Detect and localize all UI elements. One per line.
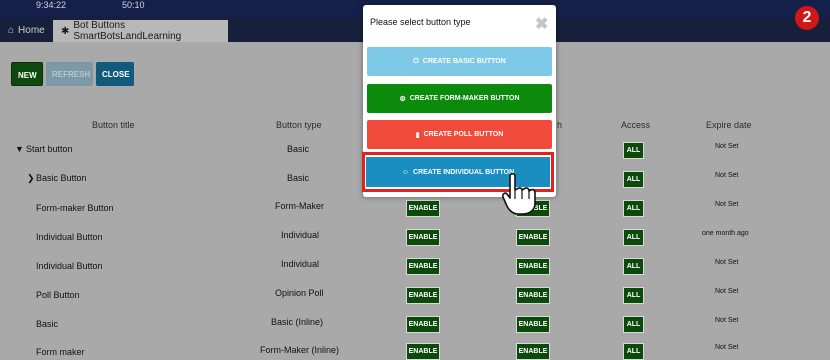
expire-date: Not Set xyxy=(715,201,739,208)
expire-date: Not Set xyxy=(715,259,739,266)
access-badge[interactable]: ALL xyxy=(623,229,644,246)
enable-badge[interactable]: ENABLE xyxy=(516,229,550,246)
create-basic-button[interactable]: ⏻ CREATE BASIC BUTTON xyxy=(367,47,552,76)
row-title: Basic xyxy=(36,319,59,329)
chevron-down-icon[interactable]: ▼ xyxy=(15,144,24,154)
enable-badge[interactable]: ENABLE xyxy=(406,316,440,333)
enable-badge[interactable]: ENABLE xyxy=(406,343,440,360)
access-badge[interactable]: ALL xyxy=(623,343,644,360)
refresh-button[interactable]: REFRESH xyxy=(46,62,93,86)
modal-title: Please select button type xyxy=(370,17,471,27)
access-badge[interactable]: ALL xyxy=(623,316,644,333)
bar-chart-icon: ▮ xyxy=(415,131,420,139)
enable-badge[interactable]: ENABLE xyxy=(406,229,440,246)
step-badge: 2 xyxy=(795,6,819,30)
row-title: Form maker xyxy=(36,347,85,357)
power-icon: ⏻ xyxy=(413,57,419,65)
create-form-label: CREATE FORM-MAKER BUTTON xyxy=(409,95,520,102)
enable-badge[interactable]: ENABLE xyxy=(516,343,550,360)
access-badge[interactable]: ALL xyxy=(623,287,644,304)
table-row[interactable]: Individual Button Individual ENABLE ENAB… xyxy=(0,221,830,250)
expire-date: Not Set xyxy=(715,317,739,324)
row-title: Individual Button xyxy=(36,261,103,271)
create-basic-label: CREATE BASIC BUTTON xyxy=(422,58,506,65)
access-badge[interactable]: ALL xyxy=(623,258,644,275)
expire-date: one month ago xyxy=(702,230,749,237)
header-button-type: Button type xyxy=(276,120,322,130)
row-title: Basic Button xyxy=(36,173,87,183)
row-title: Individual Button xyxy=(36,232,103,242)
access-badge[interactable]: ALL xyxy=(623,171,644,188)
create-form-maker-button[interactable]: ⚙ CREATE FORM-MAKER BUTTON xyxy=(367,84,552,113)
row-type: Individual xyxy=(281,230,320,240)
table-row[interactable]: Poll Button Opinion Poll ENABLE ENABLE A… xyxy=(0,279,830,308)
row-type: Basic (Inline) xyxy=(271,317,324,327)
row-type: Form-Maker xyxy=(275,201,324,211)
clock-left: 9:34:22 xyxy=(36,0,67,10)
header-expire-date: Expire date xyxy=(706,120,752,130)
expire-date: Not Set xyxy=(715,172,739,179)
row-title: Form-maker Button xyxy=(36,203,114,213)
chevron-right-icon[interactable]: ❯ xyxy=(27,173,35,184)
tab-bot-buttons[interactable]: ✱ Bot Buttons SmartBotsLandLearning xyxy=(53,20,228,42)
row-type: Opinion Poll xyxy=(275,288,324,298)
header-status-partial: h xyxy=(557,120,563,130)
enable-badge[interactable]: ENABLE xyxy=(406,258,440,275)
table-row[interactable]: Basic Basic (Inline) ENABLE ENABLE ALL N… xyxy=(0,308,830,337)
clock-right: 50:10 xyxy=(122,0,145,10)
tab-bot-buttons-label: Bot Buttons SmartBotsLandLearning xyxy=(73,20,182,42)
enable-badge[interactable]: ENABLE xyxy=(516,316,550,333)
row-type: Basic xyxy=(287,173,310,183)
user-icon: ☺ xyxy=(401,168,410,176)
enable-badge[interactable]: ENABLE xyxy=(516,258,550,275)
close-button[interactable]: CLOSE xyxy=(96,62,134,86)
gear-icon: ⚙ xyxy=(399,95,406,103)
create-poll-label: CREATE POLL BUTTON xyxy=(423,131,504,138)
expire-date: Not Set xyxy=(715,344,739,351)
create-poll-button[interactable]: ▮ CREATE POLL BUTTON xyxy=(367,120,552,149)
enable-badge[interactable]: ENABLE xyxy=(406,200,440,217)
gear-icon: ✱ xyxy=(61,25,70,37)
tab-home-label: Home xyxy=(18,24,45,36)
expire-date: Not Set xyxy=(715,143,739,150)
pointer-hand-icon xyxy=(502,172,536,215)
home-icon: ⌂ xyxy=(8,24,15,36)
enable-badge[interactable]: ENABLE xyxy=(516,287,550,304)
close-icon[interactable]: ✖ xyxy=(535,14,548,34)
expire-date: Not Set xyxy=(715,288,739,295)
row-title: Start button xyxy=(26,144,73,154)
row-title: Poll Button xyxy=(36,290,80,300)
new-button[interactable]: NEW xyxy=(11,62,43,86)
header-access: Access xyxy=(621,120,651,130)
tab-home[interactable]: ⌂ Home xyxy=(0,18,53,42)
row-type: Individual xyxy=(281,259,320,269)
header-button-title: Button title xyxy=(92,120,135,130)
create-individual-label: CREATE INDIVIDUAL BUTTON xyxy=(413,168,515,176)
table-row[interactable]: Form maker Form-Maker (Inline) ENABLE EN… xyxy=(0,337,830,360)
row-type: Basic xyxy=(287,144,310,154)
access-badge[interactable]: ALL xyxy=(623,200,644,217)
enable-badge[interactable]: ENABLE xyxy=(406,287,440,304)
table-row[interactable]: Individual Button Individual ENABLE ENAB… xyxy=(0,250,830,279)
access-badge[interactable]: ALL xyxy=(623,142,644,159)
